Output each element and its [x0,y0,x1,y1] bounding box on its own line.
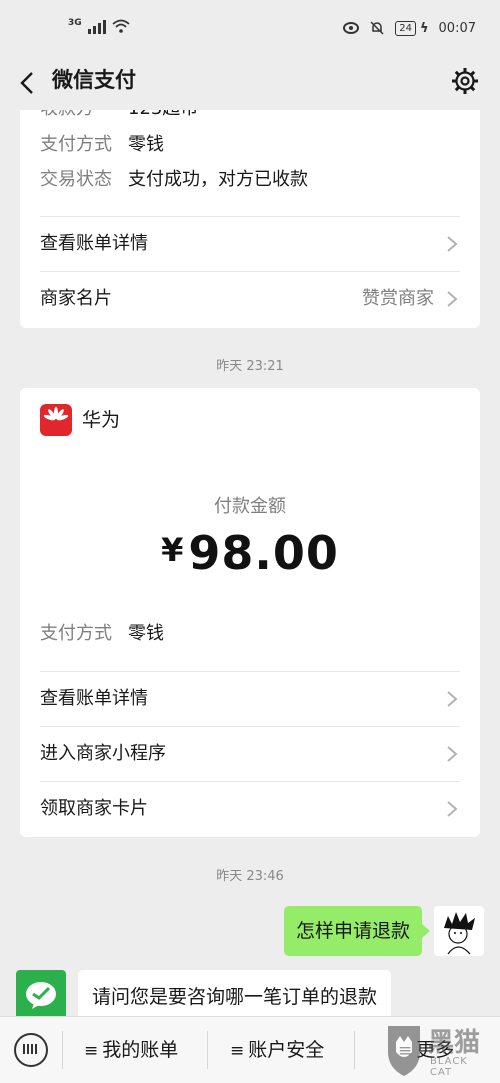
chevron-right-icon [447,801,458,817]
merchant-mini-program-row[interactable]: 进入商家小程序 [40,726,460,781]
merchant-card-row[interactable]: 商家名片 赞赏商家 [40,271,460,326]
transaction-status-row: 交易状态 支付成功，对方已收款 [40,167,308,193]
amount-label: 付款金额 [214,496,286,517]
battery-level: 24 [395,20,416,36]
page-title: 微信支付 [52,68,136,92]
reward-merchant-text: 赞赏商家 [362,288,434,309]
payment-card-previous: 收款方 123超市 支付方式 零钱 交易状态 支付成功，对方已收款 查看账单详情 商家… [20,88,480,328]
status-value: 支付成功，对方已收款 [128,169,308,190]
shield-icon [388,1026,420,1076]
view-bill-details-row[interactable]: 查看账单详情 [40,671,460,726]
pay-method-row: 支付方式 零钱 [40,132,164,158]
nav-bar-overlay: 微信支付 [0,60,500,110]
pay-method-value: 零钱 [128,623,164,644]
amount-value: 98.00 [188,526,339,580]
status-bar: 3G 24 ϟ 00:07 [0,0,500,60]
signal-bars-icon [87,18,106,34]
chevron-right-icon [447,236,458,252]
divider [354,1031,355,1069]
view-bill-details-row[interactable]: 查看账单详情 [40,216,460,271]
pay-method-label: 支付方式 [40,134,112,155]
chevron-right-icon [447,291,458,307]
divider [62,1031,63,1069]
network-type: 3G [68,18,82,28]
wifi-icon [112,19,130,33]
payment-card-huawei: 华为 付款金额 ¥98.00 支付方式 零钱 查看账单详情 进入商家小程序 领取商… [20,388,480,837]
merchant-name: 华为 [82,409,121,431]
menu-icon: ≡ [84,1041,99,1061]
chevron-right-icon [447,746,458,762]
pay-method-row: 支付方式 零钱 [40,621,164,647]
menu-account-security[interactable]: ≡ 账户安全 [230,1035,324,1066]
merchant-card-claim-row[interactable]: 领取商家卡片 [40,781,460,836]
payment-amount: ¥98.00 [20,526,480,580]
status-label: 交易状态 [40,169,112,190]
signal-indicators: 3G [68,18,130,34]
user-message-bubble[interactable]: 怎样申请退款 [283,906,431,956]
divider [207,1031,208,1069]
eye-comfort-icon [343,22,360,34]
keyboard-toggle-icon[interactable] [14,1033,48,1067]
status-icons: 24 ϟ 00:07 [343,20,476,36]
back-arrow-icon[interactable] [14,68,44,98]
chevron-right-icon [447,691,458,707]
currency-symbol: ¥ [161,531,185,569]
timestamp: 昨天 23:21 [216,359,284,374]
gear-icon[interactable] [450,66,480,96]
black-cat-watermark: 黑猫 BLACK CAT [384,1022,494,1080]
pay-method-value: 零钱 [128,134,164,155]
mute-bell-icon [370,21,384,35]
huawei-logo-icon [40,404,72,436]
menu-my-bills[interactable]: ≡ 我的账单 [84,1035,178,1066]
charging-icon: ϟ [419,20,429,36]
clock: 00:07 [438,20,476,36]
pay-method-label: 支付方式 [40,623,112,644]
menu-icon: ≡ [230,1041,245,1061]
user-avatar[interactable] [434,906,484,956]
timestamp: 昨天 23:46 [216,869,284,884]
service-message-bubble[interactable]: 请问您是要咨询哪一笔订单的退款 [78,970,392,1022]
wechat-pay-service-avatar[interactable] [16,970,66,1020]
